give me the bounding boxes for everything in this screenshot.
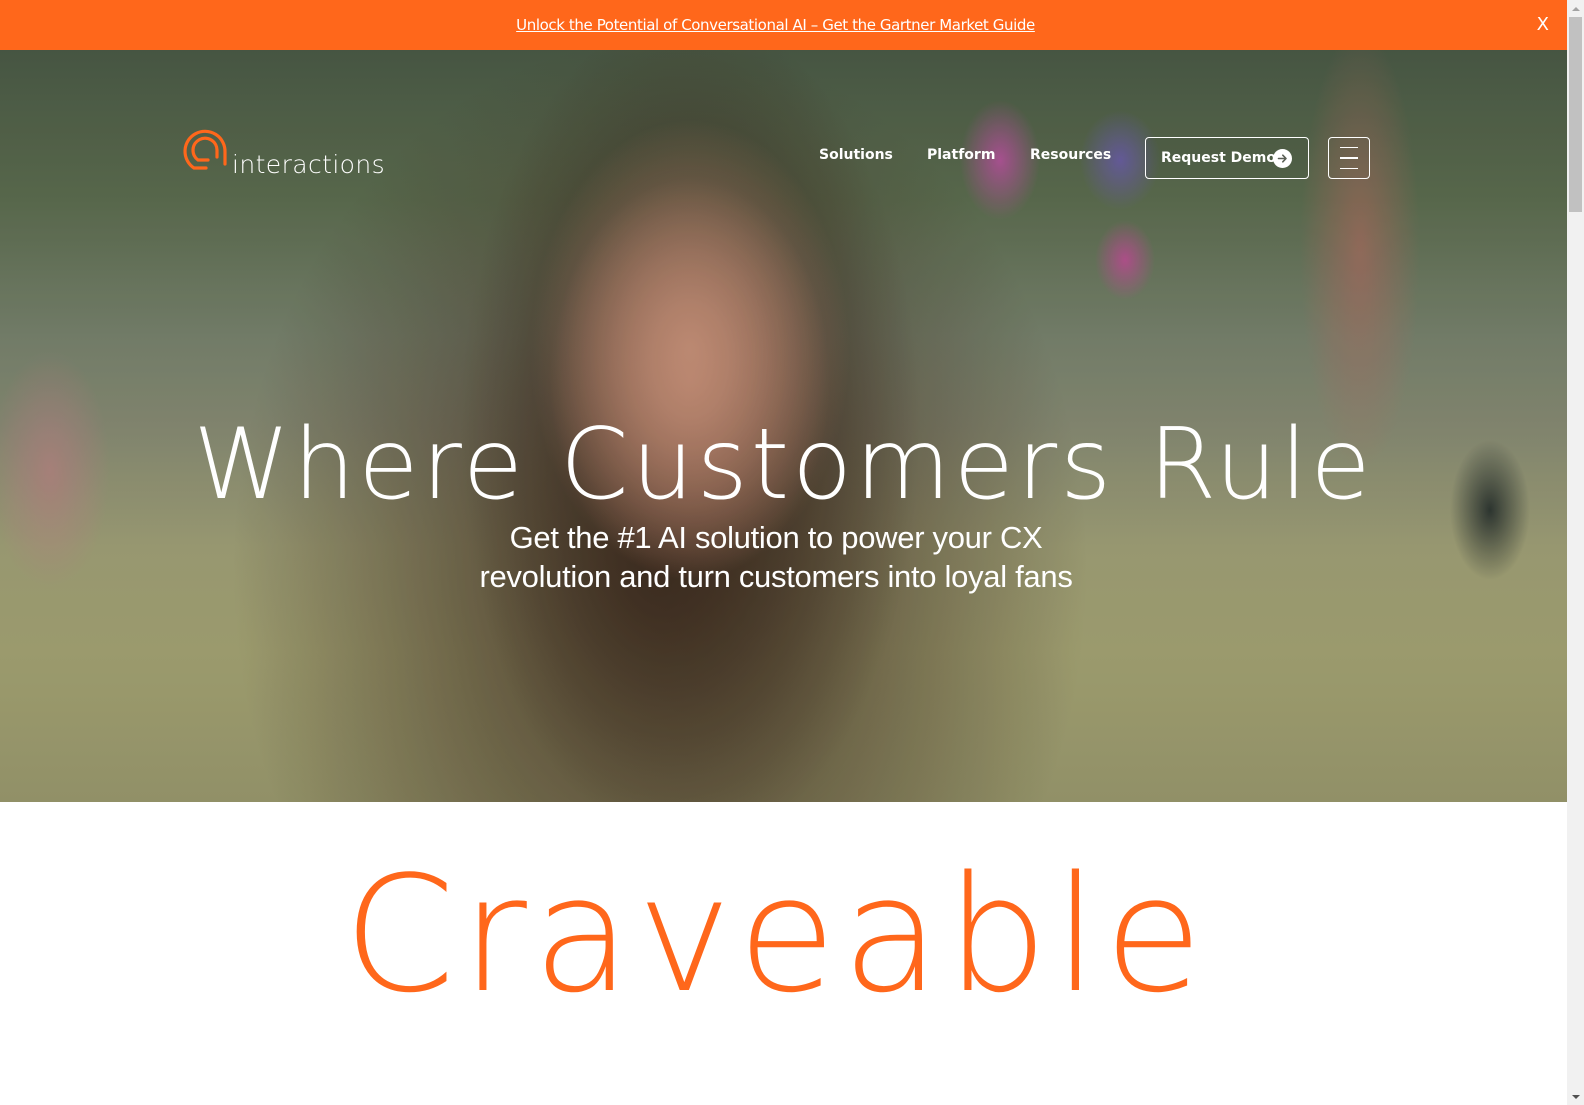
hamburger-line [1340, 167, 1358, 170]
nav-platform[interactable]: Platform [927, 147, 995, 163]
arrow-right-circle-icon [1273, 149, 1292, 168]
main-nav: Solutions Platform Resources Request Dem… [0, 137, 1567, 179]
scroll-down-icon [1571, 1094, 1580, 1099]
announcement-bar: Unlock the Potential of Conversational A… [0, 0, 1567, 50]
hero-section: interactions Solutions Platform Resource… [0, 50, 1567, 802]
hero-subtitle: Get the #1 AI solution to power your CX … [0, 518, 1552, 596]
section-heading: Craveable [343, 841, 1209, 1028]
hero-subtitle-line-2: revolution and turn customers into loyal… [479, 559, 1073, 594]
nav-resources[interactable]: Resources [1030, 147, 1111, 163]
scroll-down-button[interactable] [1567, 1088, 1584, 1105]
hamburger-menu-button[interactable] [1328, 137, 1370, 179]
hamburger-line [1340, 157, 1358, 159]
close-announcement-button[interactable]: X [1537, 14, 1549, 36]
nav-solutions[interactable]: Solutions [819, 147, 893, 163]
page-scrollbar[interactable] [1567, 0, 1584, 1105]
hero-title: Where Customers Rule [193, 408, 1374, 522]
request-demo-label: Request Demo [1161, 150, 1276, 166]
scroll-thumb[interactable] [1569, 17, 1582, 212]
request-demo-button[interactable]: Request Demo [1145, 137, 1309, 179]
scroll-up-icon [1571, 6, 1580, 11]
scroll-up-button[interactable] [1567, 0, 1584, 17]
hamburger-menu-icon [1340, 146, 1358, 149]
hero-subtitle-line-1: Get the #1 AI solution to power your CX [509, 520, 1043, 555]
announcement-link[interactable]: Unlock the Potential of Conversational A… [516, 16, 1035, 34]
